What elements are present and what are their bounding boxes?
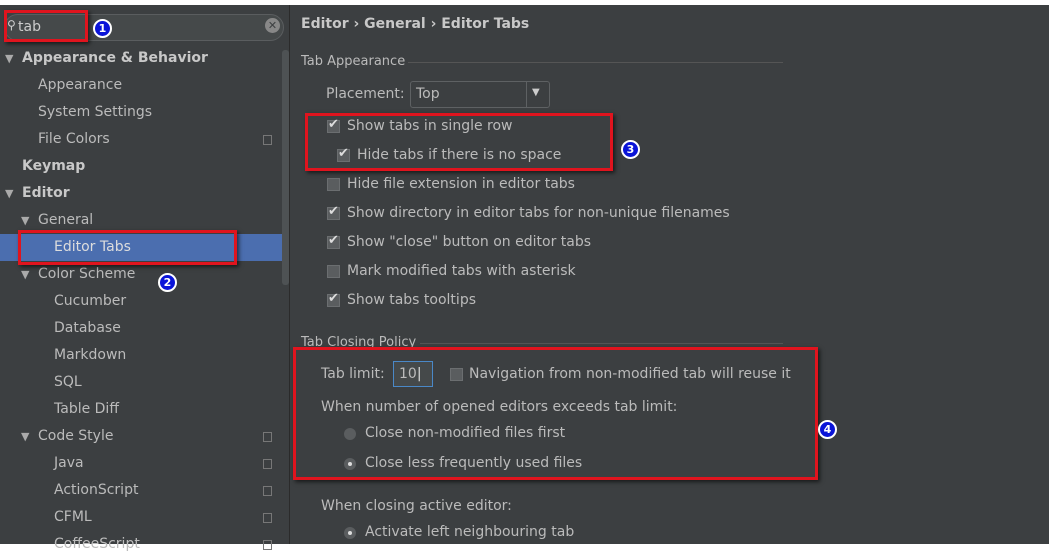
tree-item-label: Appearance (38, 77, 123, 93)
divider (408, 62, 783, 63)
sidebar-scrollbar[interactable] (282, 50, 289, 285)
expand-arrow-icon[interactable]: ▼ (5, 180, 13, 207)
divider (420, 343, 783, 344)
tree-item[interactable]: ▼ Code Style (0, 423, 284, 450)
tree-item-label: Code Style (38, 428, 114, 444)
option-checkbox[interactable] (327, 233, 340, 249)
annotation-badge: 3 (621, 140, 640, 159)
tree-item-label: File Colors (38, 131, 110, 147)
section-title-appearance: Tab Appearance (301, 54, 406, 69)
tree-item[interactable]: Markdown (0, 342, 284, 369)
tree-item[interactable]: ▼ Appearance & Behavior (0, 45, 284, 72)
tree-item[interactable]: Keymap (0, 153, 284, 180)
tree-item[interactable]: Appearance (0, 72, 284, 99)
settings-sidebar: ⚲ tab ✕ ▼ Appearance & Behavior Appearance… (0, 5, 290, 552)
expand-arrow-icon[interactable]: ▼ (5, 45, 13, 72)
divider (526, 82, 527, 107)
highlight-box-4 (293, 347, 818, 480)
tree-item[interactable]: Table Diff (0, 396, 284, 423)
tree-item-label: Color Scheme (38, 266, 136, 282)
option-label: Hide file extension in editor tabs (347, 176, 575, 192)
tree-item[interactable]: CoffeeScript (0, 531, 284, 558)
project-settings-icon (263, 135, 272, 145)
option-label: Show directory in editor tabs for non-un… (347, 205, 730, 221)
tree-item-label: ActionScript (54, 482, 139, 498)
tree-item-label: System Settings (38, 104, 153, 120)
project-settings-icon (263, 459, 272, 469)
tree-item-label: Editor (22, 185, 70, 201)
option-checkbox[interactable] (327, 204, 340, 220)
tree-item-label: Table Diff (54, 401, 119, 417)
tree-item[interactable]: SQL (0, 369, 284, 396)
tree-item-label: CoffeeScript (54, 536, 140, 552)
highlight-box-2 (18, 230, 237, 265)
tree-item-label: Java (54, 455, 84, 471)
annotation-badge: 4 (818, 420, 837, 439)
tree-item[interactable]: System Settings (0, 99, 284, 126)
tree-item-label: Database (54, 320, 121, 336)
option-label: Show "close" button on editor tabs (347, 234, 592, 250)
tree-item-label: Markdown (54, 347, 127, 363)
tree-item[interactable]: ▼ Color Scheme (0, 261, 284, 288)
tree-item[interactable]: Cucumber (0, 288, 284, 315)
project-settings-icon (263, 513, 272, 523)
annotation-badge: 1 (93, 19, 112, 38)
active-close-label: When closing active editor: (321, 498, 512, 514)
radio-label: Activate left neighbouring tab (365, 524, 575, 540)
expand-arrow-icon[interactable]: ▼ (21, 423, 29, 450)
expand-arrow-icon[interactable]: ▼ (21, 261, 29, 288)
tree-item[interactable]: ActionScript (0, 477, 284, 504)
option-checkbox[interactable] (327, 291, 340, 307)
highlight-box-1 (4, 10, 88, 42)
placement-label: Placement: (326, 86, 405, 102)
option-label: Show tabs tooltips (347, 292, 476, 308)
option-checkbox[interactable] (327, 265, 340, 278)
clear-search-icon[interactable]: ✕ (265, 18, 280, 33)
option-label: Mark modified tabs with asterisk (347, 263, 576, 279)
tree-item[interactable]: Java (0, 450, 284, 477)
annotation-badge: 2 (158, 273, 177, 292)
project-settings-icon (263, 432, 272, 442)
breadcrumb: Editor › General › Editor Tabs (301, 16, 530, 32)
project-settings-icon (263, 540, 272, 550)
tree-item-label: Cucumber (54, 293, 127, 309)
tree-item-label: Appearance & Behavior (22, 50, 208, 66)
chevron-down-icon: ▼ (532, 87, 540, 98)
project-settings-icon (263, 486, 272, 496)
tree-item-label: CFML (54, 509, 92, 525)
option-checkbox[interactable] (327, 178, 340, 191)
placement-select[interactable]: Top ▼ (410, 81, 550, 108)
tree-item[interactable]: ▼ Editor (0, 180, 284, 207)
tree-item-label: Keymap (22, 158, 86, 174)
placement-value: Top (416, 86, 440, 102)
tree-item[interactable]: CFML (0, 504, 284, 531)
radio-button[interactable] (344, 527, 356, 539)
tree-item[interactable]: File Colors (0, 126, 284, 153)
tree-item-label: SQL (54, 374, 82, 390)
highlight-box-3 (305, 113, 613, 171)
tree-item[interactable]: Database (0, 315, 284, 342)
